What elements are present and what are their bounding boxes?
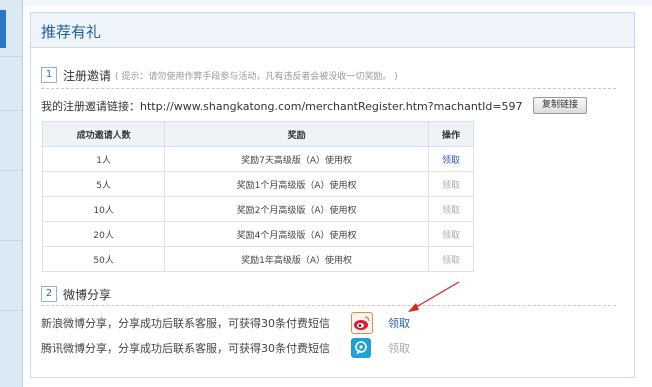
annotation-arrow xyxy=(408,281,460,312)
